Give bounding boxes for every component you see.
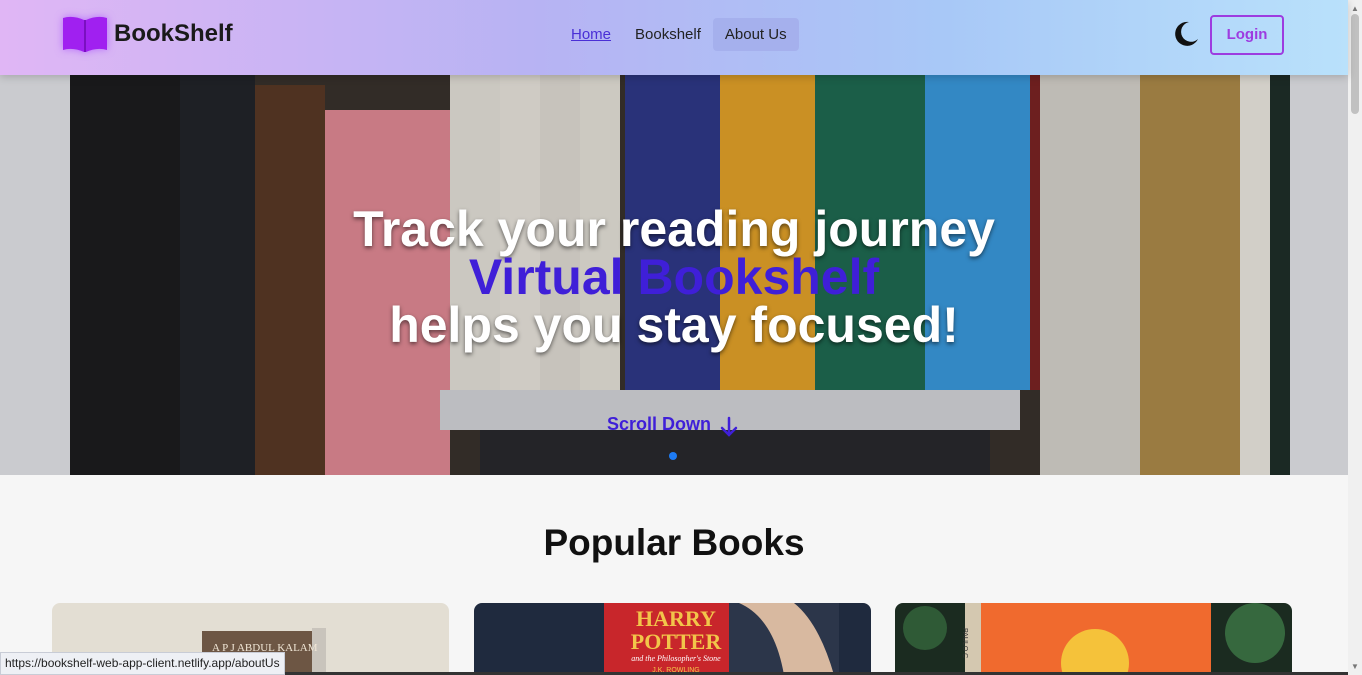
- scroll-up-arrow-icon[interactable]: ▲: [1351, 4, 1359, 13]
- book-cover-image-2: HARRY POTTER and the Philosopher's Stone…: [474, 603, 871, 675]
- brand-name: BookShelf: [114, 20, 233, 47]
- card2-cover-title-line2: POTTER: [631, 629, 723, 654]
- nav-link-about-us[interactable]: About Us: [712, 18, 799, 51]
- nav-links: Home Bookshelf About Us: [559, 18, 799, 51]
- book-card-2[interactable]: HARRY POTTER and the Philosopher's Stone…: [474, 603, 871, 675]
- hero-section: Track your reading journey Virtual Books…: [0, 75, 1348, 475]
- card2-cover-subtitle: and the Philosopher's Stone: [631, 654, 721, 663]
- nav-link-home[interactable]: Home: [559, 18, 623, 51]
- nav-link-bookshelf[interactable]: Bookshelf: [623, 18, 713, 51]
- card2-cover-title-line1: HARRY: [636, 606, 716, 631]
- hero-headline-line3: helps you stay focused!: [389, 297, 959, 353]
- book-logo-icon: [63, 16, 107, 52]
- scrollbar-thumb[interactable]: [1351, 14, 1359, 114]
- card3-spine-text: PAULO C: [961, 628, 968, 658]
- brand-logo-link[interactable]: BookShelf: [60, 14, 233, 54]
- scroll-down-button[interactable]: Scroll Down: [607, 410, 739, 438]
- arrow-down-icon: [720, 416, 738, 437]
- popular-books-heading: Popular Books: [543, 522, 805, 563]
- scroll-down-arrow-icon[interactable]: ▼: [1351, 662, 1359, 671]
- carousel-indicator-dot[interactable]: [669, 452, 677, 460]
- login-button[interactable]: Login: [1210, 15, 1284, 55]
- moon-icon[interactable]: [1170, 19, 1200, 49]
- navbar: BookShelf Home Bookshelf About Us Login: [0, 0, 1348, 75]
- book-card-3[interactable]: PAULO C: [895, 603, 1292, 675]
- book-cover-image-3: PAULO C: [895, 603, 1292, 675]
- scroll-down-label: Scroll Down: [607, 413, 712, 434]
- link-hover-status-url: https://bookshelf-web-app-client.netlify…: [0, 652, 285, 675]
